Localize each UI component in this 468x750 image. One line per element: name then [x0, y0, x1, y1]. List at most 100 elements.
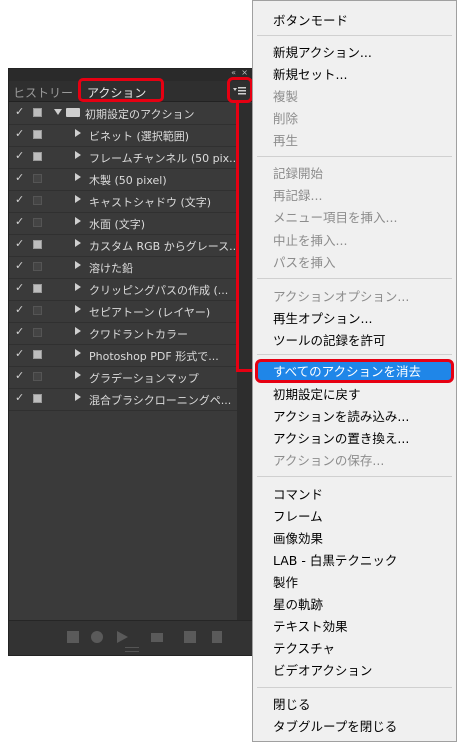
- menu-item[interactable]: 再記録...: [273, 185, 322, 204]
- action-row[interactable]: ✓ クリッピングパスの作成 (...: [9, 279, 237, 301]
- menu-item[interactable]: ツールの記録を許可: [273, 330, 386, 349]
- checkmark-icon[interactable]: ✓: [15, 391, 24, 404]
- dialog-toggle-icon[interactable]: [33, 372, 42, 381]
- triangle-right-icon[interactable]: [75, 239, 81, 247]
- panel-tabbar: ヒストリー アクション: [9, 77, 254, 103]
- menu-item[interactable]: アクションオプション...: [273, 286, 409, 305]
- checkmark-icon[interactable]: ✓: [15, 127, 24, 140]
- trash-icon[interactable]: [212, 631, 222, 643]
- stop-icon[interactable]: [67, 631, 79, 643]
- triangle-right-icon[interactable]: [75, 371, 81, 379]
- dialog-toggle-icon[interactable]: [33, 196, 42, 205]
- dialog-toggle-icon[interactable]: [33, 262, 42, 271]
- menu-item[interactable]: LAB - 白黒テクニック: [273, 550, 397, 569]
- triangle-right-icon[interactable]: [75, 129, 81, 137]
- new-set-icon[interactable]: [151, 633, 163, 642]
- checkmark-icon[interactable]: ✓: [15, 325, 24, 338]
- checkmark-icon[interactable]: ✓: [15, 369, 24, 382]
- checkmark-icon[interactable]: ✓: [15, 237, 24, 250]
- action-row[interactable]: ✓ セピアトーン (レイヤー): [9, 301, 237, 323]
- triangle-down-icon[interactable]: [54, 109, 62, 115]
- menu-item[interactable]: アクションの保存...: [273, 450, 384, 469]
- tab-history[interactable]: ヒストリー: [13, 84, 73, 101]
- menu-item[interactable]: 新規セット...: [273, 64, 347, 83]
- dialog-toggle-icon[interactable]: [33, 350, 42, 359]
- menu-item[interactable]: 中止を挿入...: [273, 230, 347, 249]
- dialog-toggle-icon[interactable]: [33, 108, 42, 117]
- menu-item[interactable]: 初期設定に戻す: [273, 384, 361, 403]
- triangle-right-icon[interactable]: [75, 393, 81, 401]
- menu-item[interactable]: 閉じる: [273, 694, 311, 713]
- menu-item[interactable]: 削除: [273, 108, 298, 127]
- dialog-toggle-icon[interactable]: [33, 328, 42, 337]
- menu-item[interactable]: 新規アクション...: [273, 42, 372, 61]
- action-row[interactable]: ✓ グラデーションマップ: [9, 367, 237, 389]
- menu-item[interactable]: 再生: [273, 130, 298, 149]
- menu-item[interactable]: タブグループを閉じる: [273, 716, 397, 735]
- menu-item[interactable]: パスを挿入: [273, 252, 336, 271]
- checkmark-icon[interactable]: ✓: [15, 347, 24, 360]
- action-row[interactable]: ✓ Photoshop PDF 形式で...: [9, 345, 237, 367]
- menu-item[interactable]: 画像効果: [273, 528, 323, 547]
- menu-item-clear-all-actions[interactable]: すべてのアクションを消去: [273, 361, 421, 380]
- menu-item[interactable]: フレーム: [273, 506, 323, 525]
- checkmark-icon[interactable]: ✓: [15, 193, 24, 206]
- action-set-row[interactable]: ✓ 初期設定のアクション: [9, 103, 237, 125]
- checkmark-icon[interactable]: ✓: [15, 303, 24, 316]
- triangle-right-icon[interactable]: [75, 261, 81, 269]
- menu-item[interactable]: 製作: [273, 572, 298, 591]
- dialog-toggle-icon[interactable]: [33, 218, 42, 227]
- checkmark-icon[interactable]: ✓: [15, 215, 24, 228]
- action-row[interactable]: ✓ ビネット (選択範囲): [9, 125, 237, 147]
- checkmark-icon[interactable]: ✓: [15, 149, 24, 162]
- triangle-right-icon[interactable]: [75, 217, 81, 225]
- menu-item[interactable]: テクスチャ: [273, 638, 335, 657]
- menu-item[interactable]: 複製: [273, 86, 298, 105]
- action-row[interactable]: ✓ カスタム RGB からグレース...: [9, 235, 237, 257]
- triangle-right-icon[interactable]: [75, 327, 81, 335]
- actions-panel: « × ヒストリー アクション ✓ 初期設定のアクション ✓ ビネット (選択範囲) ✓…: [8, 68, 255, 656]
- menu-separator: [257, 687, 452, 688]
- dialog-toggle-icon[interactable]: [33, 174, 42, 183]
- menu-item[interactable]: 記録開始: [273, 163, 323, 182]
- resize-grip[interactable]: [125, 647, 139, 652]
- checkmark-icon[interactable]: ✓: [15, 105, 24, 118]
- triangle-right-icon[interactable]: [75, 349, 81, 357]
- menu-item[interactable]: 星の軌跡: [273, 594, 323, 613]
- play-icon[interactable]: [117, 631, 128, 643]
- menu-item[interactable]: ボタンモード: [273, 10, 348, 29]
- collapse-icon[interactable]: «: [231, 68, 236, 77]
- new-action-icon[interactable]: [184, 631, 196, 643]
- triangle-right-icon[interactable]: [75, 283, 81, 291]
- checkmark-icon[interactable]: ✓: [15, 281, 24, 294]
- checkmark-icon[interactable]: ✓: [15, 171, 24, 184]
- dialog-toggle-icon[interactable]: [33, 284, 42, 293]
- checkmark-icon[interactable]: ✓: [15, 259, 24, 272]
- menu-item[interactable]: 再生オプション...: [273, 308, 372, 327]
- menu-item[interactable]: ビデオアクション: [273, 660, 372, 679]
- action-row[interactable]: ✓ クワドラントカラー: [9, 323, 237, 345]
- action-row[interactable]: ✓ フレームチャンネル (50 pix...: [9, 147, 237, 169]
- action-row[interactable]: ✓ 溶けた鉛: [9, 257, 237, 279]
- triangle-right-icon[interactable]: [75, 151, 81, 159]
- action-row[interactable]: ✓ 水面 (文字): [9, 213, 237, 235]
- record-icon[interactable]: [91, 631, 103, 643]
- action-row[interactable]: ✓ 木製 (50 pixel): [9, 169, 237, 191]
- dialog-toggle-icon[interactable]: [33, 152, 42, 161]
- triangle-right-icon[interactable]: [75, 195, 81, 203]
- menu-item[interactable]: テキスト効果: [273, 616, 348, 635]
- action-row[interactable]: ✓ キャストシャドウ (文字): [9, 191, 237, 213]
- action-label: 溶けた鉛: [89, 262, 133, 275]
- dialog-toggle-icon[interactable]: [33, 240, 42, 249]
- close-icon[interactable]: ×: [241, 68, 248, 77]
- dialog-toggle-icon[interactable]: [33, 306, 42, 315]
- menu-item[interactable]: アクションを読み込み...: [273, 406, 409, 425]
- dialog-toggle-icon[interactable]: [33, 130, 42, 139]
- menu-item[interactable]: メニュー項目を挿入...: [273, 207, 397, 226]
- menu-item[interactable]: コマンド: [273, 484, 323, 503]
- dialog-toggle-icon[interactable]: [33, 394, 42, 403]
- action-row[interactable]: ✓ 混合ブラシクローニングペ...: [9, 389, 237, 411]
- triangle-right-icon[interactable]: [75, 173, 81, 181]
- triangle-right-icon[interactable]: [75, 305, 81, 313]
- menu-item[interactable]: アクションの置き換え...: [273, 428, 409, 447]
